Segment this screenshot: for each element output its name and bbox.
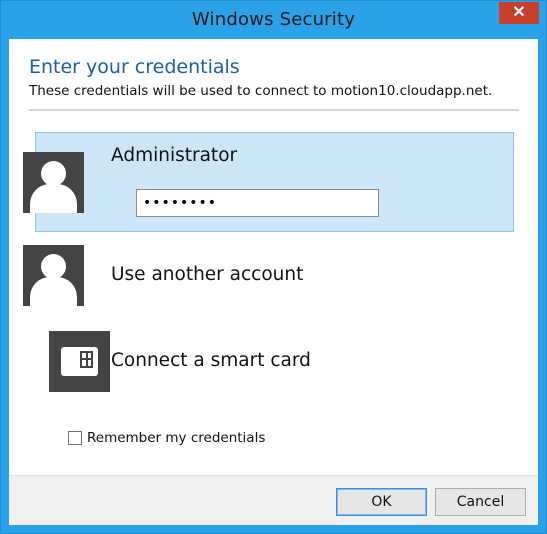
- close-button[interactable]: ✕: [499, 2, 539, 24]
- account-name-administrator: Administrator: [111, 145, 238, 166]
- dialog-description: These credentials will be used to connec…: [29, 83, 493, 99]
- remember-checkbox[interactable]: [68, 431, 82, 445]
- credential-dialog: Windows Security ✕ Enter your credential…: [0, 0, 547, 534]
- user-avatar-icon: [23, 152, 84, 213]
- avatar-head: [41, 161, 66, 186]
- remember-label: Remember my credentials: [87, 430, 266, 446]
- remember-credentials-row[interactable]: Remember my credentials: [68, 430, 265, 446]
- smart-card-icon: [49, 331, 110, 392]
- dialog-content: Enter your credentials These credentials…: [9, 39, 538, 525]
- account-tile-administrator[interactable]: [35, 132, 514, 232]
- card-shape: [61, 347, 98, 376]
- chip-shape: [80, 351, 93, 368]
- ok-button[interactable]: OK: [336, 488, 427, 516]
- user-avatar-icon: [23, 245, 84, 306]
- button-bar: OK Cancel: [9, 475, 538, 525]
- close-icon: ✕: [512, 4, 526, 21]
- avatar-head: [41, 254, 66, 279]
- cancel-button[interactable]: Cancel: [435, 488, 526, 516]
- header-divider: [29, 109, 519, 111]
- dialog-heading: Enter your credentials: [29, 56, 240, 78]
- account-name-another: Use another account: [111, 264, 304, 285]
- window-title: Windows Security: [191, 9, 356, 30]
- avatar-body: [30, 277, 77, 306]
- password-input[interactable]: [136, 189, 379, 217]
- title-bar[interactable]: Windows Security ✕: [1, 1, 546, 39]
- account-name-smartcard: Connect a smart card: [111, 350, 311, 371]
- avatar-body: [30, 184, 77, 213]
